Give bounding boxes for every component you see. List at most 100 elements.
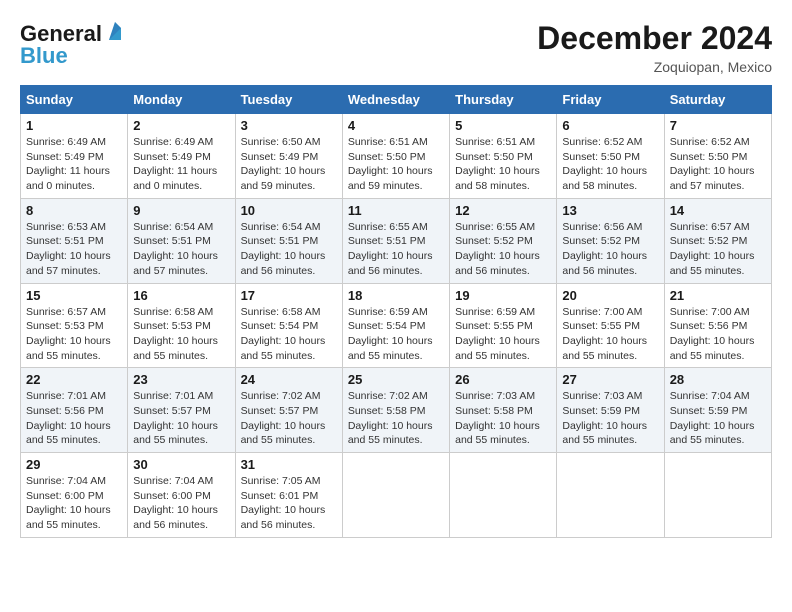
table-row: 5 Sunrise: 6:51 AM Sunset: 5:50 PM Dayli… bbox=[450, 114, 557, 199]
table-row: 29 Sunrise: 7:04 AM Sunset: 6:00 PM Dayl… bbox=[21, 453, 128, 538]
day-info: Sunrise: 7:04 AM Sunset: 5:59 PM Dayligh… bbox=[670, 389, 766, 448]
day-number: 6 bbox=[562, 118, 658, 133]
table-row: 30 Sunrise: 7:04 AM Sunset: 6:00 PM Dayl… bbox=[128, 453, 235, 538]
day-info: Sunrise: 6:57 AM Sunset: 5:53 PM Dayligh… bbox=[26, 305, 122, 364]
day-info: Sunrise: 6:55 AM Sunset: 5:51 PM Dayligh… bbox=[348, 220, 444, 279]
day-number: 8 bbox=[26, 203, 122, 218]
table-row: 16 Sunrise: 6:58 AM Sunset: 5:53 PM Dayl… bbox=[128, 283, 235, 368]
day-number: 24 bbox=[241, 372, 337, 387]
day-number: 4 bbox=[348, 118, 444, 133]
table-row: 28 Sunrise: 7:04 AM Sunset: 5:59 PM Dayl… bbox=[664, 368, 771, 453]
table-row: 20 Sunrise: 7:00 AM Sunset: 5:55 PM Dayl… bbox=[557, 283, 664, 368]
day-info: Sunrise: 7:04 AM Sunset: 6:00 PM Dayligh… bbox=[26, 474, 122, 533]
day-number: 7 bbox=[670, 118, 766, 133]
day-info: Sunrise: 6:52 AM Sunset: 5:50 PM Dayligh… bbox=[670, 135, 766, 194]
day-info: Sunrise: 6:49 AM Sunset: 5:49 PM Dayligh… bbox=[26, 135, 122, 194]
day-info: Sunrise: 7:02 AM Sunset: 5:57 PM Dayligh… bbox=[241, 389, 337, 448]
day-info: Sunrise: 7:03 AM Sunset: 5:58 PM Dayligh… bbox=[455, 389, 551, 448]
table-row: 15 Sunrise: 6:57 AM Sunset: 5:53 PM Dayl… bbox=[21, 283, 128, 368]
table-row bbox=[342, 453, 449, 538]
day-number: 26 bbox=[455, 372, 551, 387]
day-number: 30 bbox=[133, 457, 229, 472]
day-info: Sunrise: 6:53 AM Sunset: 5:51 PM Dayligh… bbox=[26, 220, 122, 279]
day-info: Sunrise: 7:03 AM Sunset: 5:59 PM Dayligh… bbox=[562, 389, 658, 448]
day-info: Sunrise: 7:05 AM Sunset: 6:01 PM Dayligh… bbox=[241, 474, 337, 533]
day-info: Sunrise: 6:56 AM Sunset: 5:52 PM Dayligh… bbox=[562, 220, 658, 279]
day-number: 19 bbox=[455, 288, 551, 303]
table-row: 13 Sunrise: 6:56 AM Sunset: 5:52 PM Dayl… bbox=[557, 198, 664, 283]
table-row: 11 Sunrise: 6:55 AM Sunset: 5:51 PM Dayl… bbox=[342, 198, 449, 283]
logo-icon bbox=[105, 22, 125, 42]
table-row bbox=[557, 453, 664, 538]
day-info: Sunrise: 7:01 AM Sunset: 5:57 PM Dayligh… bbox=[133, 389, 229, 448]
table-row: 27 Sunrise: 7:03 AM Sunset: 5:59 PM Dayl… bbox=[557, 368, 664, 453]
day-info: Sunrise: 6:57 AM Sunset: 5:52 PM Dayligh… bbox=[670, 220, 766, 279]
day-info: Sunrise: 6:52 AM Sunset: 5:50 PM Dayligh… bbox=[562, 135, 658, 194]
day-info: Sunrise: 6:55 AM Sunset: 5:52 PM Dayligh… bbox=[455, 220, 551, 279]
table-row: 8 Sunrise: 6:53 AM Sunset: 5:51 PM Dayli… bbox=[21, 198, 128, 283]
table-row: 18 Sunrise: 6:59 AM Sunset: 5:54 PM Dayl… bbox=[342, 283, 449, 368]
header: General Blue December 2024 Zoquiopan, Me… bbox=[20, 20, 772, 75]
table-row: 6 Sunrise: 6:52 AM Sunset: 5:50 PM Dayli… bbox=[557, 114, 664, 199]
day-info: Sunrise: 7:01 AM Sunset: 5:56 PM Dayligh… bbox=[26, 389, 122, 448]
table-row bbox=[450, 453, 557, 538]
day-number: 27 bbox=[562, 372, 658, 387]
day-info: Sunrise: 6:51 AM Sunset: 5:50 PM Dayligh… bbox=[455, 135, 551, 194]
day-info: Sunrise: 7:00 AM Sunset: 5:56 PM Dayligh… bbox=[670, 305, 766, 364]
table-row: 25 Sunrise: 7:02 AM Sunset: 5:58 PM Dayl… bbox=[342, 368, 449, 453]
logo-text-blue: Blue bbox=[20, 43, 68, 69]
table-row: 22 Sunrise: 7:01 AM Sunset: 5:56 PM Dayl… bbox=[21, 368, 128, 453]
table-row: 12 Sunrise: 6:55 AM Sunset: 5:52 PM Dayl… bbox=[450, 198, 557, 283]
day-info: Sunrise: 7:00 AM Sunset: 5:55 PM Dayligh… bbox=[562, 305, 658, 364]
table-row: 19 Sunrise: 6:59 AM Sunset: 5:55 PM Dayl… bbox=[450, 283, 557, 368]
day-number: 23 bbox=[133, 372, 229, 387]
table-row: 4 Sunrise: 6:51 AM Sunset: 5:50 PM Dayli… bbox=[342, 114, 449, 199]
day-info: Sunrise: 6:51 AM Sunset: 5:50 PM Dayligh… bbox=[348, 135, 444, 194]
day-info: Sunrise: 6:49 AM Sunset: 5:49 PM Dayligh… bbox=[133, 135, 229, 194]
title-area: December 2024 Zoquiopan, Mexico bbox=[537, 20, 772, 75]
day-number: 10 bbox=[241, 203, 337, 218]
table-row: 24 Sunrise: 7:02 AM Sunset: 5:57 PM Dayl… bbox=[235, 368, 342, 453]
calendar-header-row: Sunday Monday Tuesday Wednesday Thursday… bbox=[21, 86, 772, 114]
location-title: Zoquiopan, Mexico bbox=[537, 59, 772, 75]
col-friday: Friday bbox=[557, 86, 664, 114]
table-row: 7 Sunrise: 6:52 AM Sunset: 5:50 PM Dayli… bbox=[664, 114, 771, 199]
table-row: 3 Sunrise: 6:50 AM Sunset: 5:49 PM Dayli… bbox=[235, 114, 342, 199]
col-saturday: Saturday bbox=[664, 86, 771, 114]
logo: General Blue bbox=[20, 20, 125, 69]
day-number: 20 bbox=[562, 288, 658, 303]
day-info: Sunrise: 6:54 AM Sunset: 5:51 PM Dayligh… bbox=[241, 220, 337, 279]
col-monday: Monday bbox=[128, 86, 235, 114]
day-info: Sunrise: 6:58 AM Sunset: 5:53 PM Dayligh… bbox=[133, 305, 229, 364]
day-number: 2 bbox=[133, 118, 229, 133]
day-number: 21 bbox=[670, 288, 766, 303]
day-number: 18 bbox=[348, 288, 444, 303]
day-info: Sunrise: 6:59 AM Sunset: 5:55 PM Dayligh… bbox=[455, 305, 551, 364]
table-row: 9 Sunrise: 6:54 AM Sunset: 5:51 PM Dayli… bbox=[128, 198, 235, 283]
day-info: Sunrise: 6:58 AM Sunset: 5:54 PM Dayligh… bbox=[241, 305, 337, 364]
day-number: 17 bbox=[241, 288, 337, 303]
day-number: 11 bbox=[348, 203, 444, 218]
col-sunday: Sunday bbox=[21, 86, 128, 114]
table-row: 1 Sunrise: 6:49 AM Sunset: 5:49 PM Dayli… bbox=[21, 114, 128, 199]
day-number: 1 bbox=[26, 118, 122, 133]
table-row bbox=[664, 453, 771, 538]
month-title: December 2024 bbox=[537, 20, 772, 57]
day-number: 29 bbox=[26, 457, 122, 472]
day-number: 13 bbox=[562, 203, 658, 218]
col-tuesday: Tuesday bbox=[235, 86, 342, 114]
day-info: Sunrise: 6:50 AM Sunset: 5:49 PM Dayligh… bbox=[241, 135, 337, 194]
calendar-table: Sunday Monday Tuesday Wednesday Thursday… bbox=[20, 85, 772, 538]
table-row: 2 Sunrise: 6:49 AM Sunset: 5:49 PM Dayli… bbox=[128, 114, 235, 199]
day-info: Sunrise: 7:02 AM Sunset: 5:58 PM Dayligh… bbox=[348, 389, 444, 448]
col-thursday: Thursday bbox=[450, 86, 557, 114]
day-number: 9 bbox=[133, 203, 229, 218]
table-row: 21 Sunrise: 7:00 AM Sunset: 5:56 PM Dayl… bbox=[664, 283, 771, 368]
table-row: 17 Sunrise: 6:58 AM Sunset: 5:54 PM Dayl… bbox=[235, 283, 342, 368]
day-info: Sunrise: 7:04 AM Sunset: 6:00 PM Dayligh… bbox=[133, 474, 229, 533]
day-number: 16 bbox=[133, 288, 229, 303]
day-number: 25 bbox=[348, 372, 444, 387]
day-number: 22 bbox=[26, 372, 122, 387]
table-row: 26 Sunrise: 7:03 AM Sunset: 5:58 PM Dayl… bbox=[450, 368, 557, 453]
col-wednesday: Wednesday bbox=[342, 86, 449, 114]
